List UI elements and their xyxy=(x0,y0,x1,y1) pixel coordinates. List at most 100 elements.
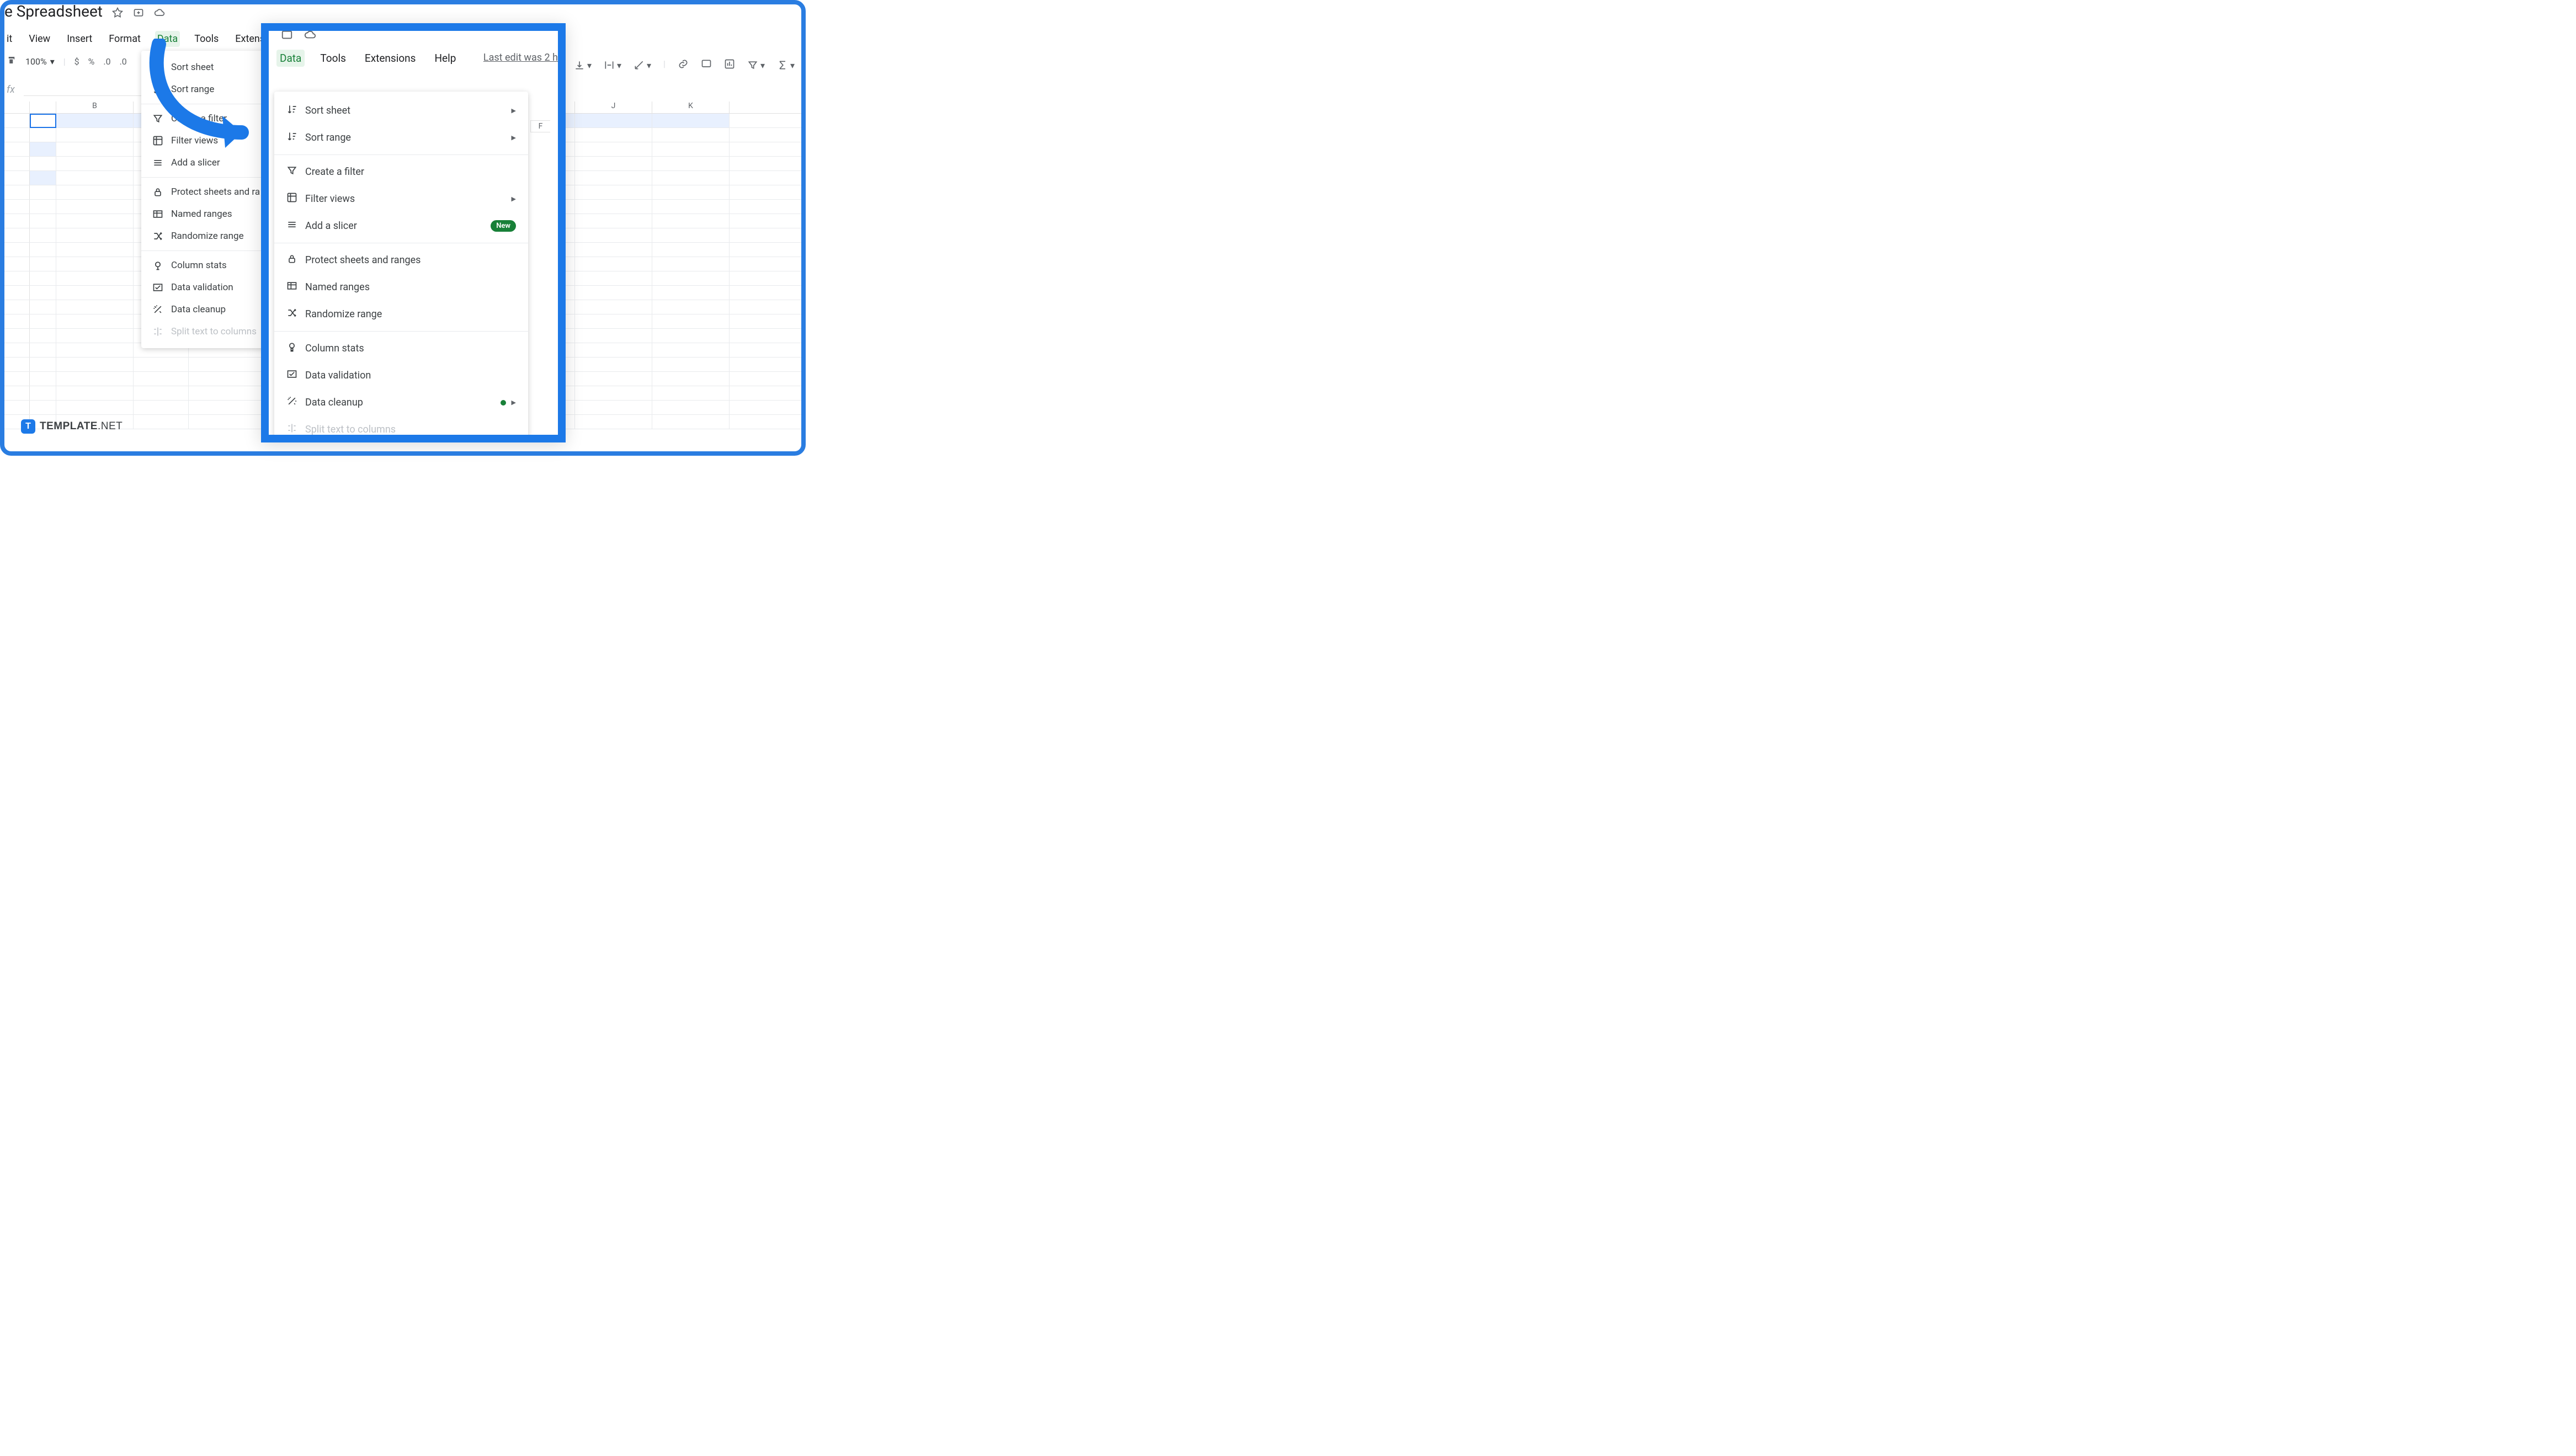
star-icon[interactable] xyxy=(112,7,123,20)
shuffle-icon xyxy=(286,307,297,321)
mi-label: Protect sheets and ra xyxy=(171,186,260,198)
menubar-bg: it View Insert Format Data Tools Extensi… xyxy=(4,31,286,47)
mi-label: Protect sheets and ranges xyxy=(305,254,421,266)
mi-data-validation[interactable]: Data validation xyxy=(141,276,279,298)
zoom-select[interactable]: 100%▾ xyxy=(25,56,55,67)
inset-menu-extensions[interactable]: Extensions xyxy=(361,50,419,67)
slicer-icon xyxy=(286,219,297,233)
dec-increase-button[interactable]: .0 xyxy=(120,56,127,67)
mi-create-filter[interactable]: Create a filter xyxy=(274,158,528,185)
mi-split-text: Split text to columns xyxy=(141,321,279,343)
inset-menu-data[interactable]: Data xyxy=(276,50,305,67)
valign-button[interactable]: ▾ xyxy=(574,58,592,72)
chevron-down-icon: ▾ xyxy=(647,60,651,71)
mi-label: Split text to columns xyxy=(305,424,396,435)
inset-menu-tools[interactable]: Tools xyxy=(317,50,349,67)
col-header[interactable]: J xyxy=(575,102,652,113)
mi-split-text: Split text to columns xyxy=(274,416,528,442)
mi-column-stats[interactable]: Column stats xyxy=(274,335,528,362)
mi-randomize[interactable]: Randomize range xyxy=(274,301,528,328)
fx-label: fx xyxy=(7,84,15,95)
mi-filter-views[interactable]: Filter views xyxy=(141,130,279,152)
mi-protect[interactable]: Protect sheets and ranges xyxy=(274,247,528,274)
mi-named-ranges[interactable]: Named ranges xyxy=(274,274,528,301)
mi-create-filter[interactable]: Create a filter xyxy=(141,108,279,130)
selected-cell[interactable] xyxy=(30,114,56,128)
mi-label: Add a slicer xyxy=(171,157,220,168)
menu-tools[interactable]: Tools xyxy=(192,31,221,47)
menu-view[interactable]: View xyxy=(26,31,52,47)
toolbar-left: 100%▾ | $ % .0 .0 xyxy=(7,55,127,67)
currency-button[interactable]: $ xyxy=(74,56,79,67)
mi-column-stats[interactable]: Column stats xyxy=(141,254,279,276)
inset-col-f: F xyxy=(530,120,550,132)
menu-data[interactable]: Data xyxy=(155,31,180,47)
mi-label: Named ranges xyxy=(305,281,370,293)
bulb-icon xyxy=(286,342,297,355)
mi-label: Filter views xyxy=(305,193,355,205)
mi-data-cleanup[interactable]: Data cleanup ▶ xyxy=(274,389,528,416)
select-all-corner[interactable] xyxy=(4,102,30,113)
submenu-arrow-icon: ▶ xyxy=(512,134,516,141)
inset-menu-help[interactable]: Help xyxy=(431,50,459,67)
move-icon[interactable] xyxy=(133,7,144,20)
template-net-watermark: T TEMPLATE.NET xyxy=(21,419,123,434)
named-ranges-icon xyxy=(286,280,297,294)
mi-label: Sort range xyxy=(171,84,214,95)
percent-button[interactable]: % xyxy=(88,56,95,67)
link-icon[interactable] xyxy=(678,58,689,72)
paint-format-icon[interactable] xyxy=(7,55,17,67)
cloud-icon xyxy=(304,29,316,43)
sort-icon xyxy=(286,131,297,145)
mi-sort-sheet[interactable]: Sort sheet ▶ xyxy=(274,97,528,124)
mi-filter-views[interactable]: Filter views ▶ xyxy=(274,185,528,212)
toolbar-right: ▾ ▾ ▾ | ▾ ▾ xyxy=(574,58,795,72)
mi-randomize[interactable]: Randomize range xyxy=(141,225,279,247)
mi-label: Split text to columns xyxy=(171,326,257,337)
mi-data-cleanup[interactable]: Data cleanup xyxy=(141,298,279,321)
mi-label: Data cleanup xyxy=(305,397,363,408)
chart-icon[interactable] xyxy=(724,58,735,72)
split-icon xyxy=(286,423,297,436)
menu-format[interactable]: Format xyxy=(107,31,143,47)
mi-sort-range[interactable]: Sort range xyxy=(141,78,279,100)
mi-sort-range[interactable]: Sort range ▶ xyxy=(274,124,528,151)
mi-label: Data validation xyxy=(171,282,233,293)
sigma-icon[interactable]: ▾ xyxy=(777,58,795,72)
col-header[interactable]: K xyxy=(652,102,730,113)
inset-menubar: Data Tools Extensions Help xyxy=(276,50,459,67)
wm-rest: .NET xyxy=(98,420,123,432)
wrap-button[interactable]: ▾ xyxy=(604,58,621,72)
dec-decrease-button[interactable]: .0 xyxy=(103,56,110,67)
title-icons xyxy=(112,7,165,20)
mi-named-ranges[interactable]: Named ranges xyxy=(141,203,279,225)
mi-label: Data validation xyxy=(305,370,371,381)
menu-insert[interactable]: Insert xyxy=(65,31,94,47)
mi-label: Named ranges xyxy=(171,209,232,220)
submenu-arrow-icon: ▶ xyxy=(512,399,516,406)
mi-label: Randomize range xyxy=(305,308,382,320)
mi-add-slicer[interactable]: Add a slicer xyxy=(141,152,279,174)
chevron-down-icon: ▾ xyxy=(790,60,795,71)
mi-label: Sort range xyxy=(305,132,351,143)
data-menu: Sort sheet ▶ Sort range ▶ Create a filte… xyxy=(274,92,528,442)
mi-label: Create a filter xyxy=(305,166,364,178)
mi-add-slicer[interactable]: Add a slicer New xyxy=(274,212,528,239)
chevron-down-icon: ▾ xyxy=(50,56,55,67)
comment-icon[interactable] xyxy=(701,58,712,72)
mi-label: Filter views xyxy=(171,135,218,146)
chevron-down-icon: ▾ xyxy=(587,60,592,71)
cloud-icon[interactable] xyxy=(154,7,165,20)
mi-protect[interactable]: Protect sheets and ra xyxy=(141,181,279,203)
mi-sort-sheet[interactable]: Sort sheet xyxy=(141,56,279,78)
doc-title[interactable]: e Spreadsheet xyxy=(4,4,103,20)
chevron-down-icon: ▾ xyxy=(617,60,621,71)
mi-label: Sort sheet xyxy=(171,62,214,73)
mi-data-validation[interactable]: Data validation xyxy=(274,362,528,389)
menu-edit[interactable]: it xyxy=(4,31,14,47)
inset-top-icons xyxy=(281,29,316,43)
rotate-button[interactable]: ▾ xyxy=(634,58,651,72)
last-edit-link[interactable]: Last edit was 2 h xyxy=(483,52,558,63)
col-header[interactable]: B xyxy=(56,102,134,113)
filter-icon[interactable]: ▾ xyxy=(747,58,765,72)
